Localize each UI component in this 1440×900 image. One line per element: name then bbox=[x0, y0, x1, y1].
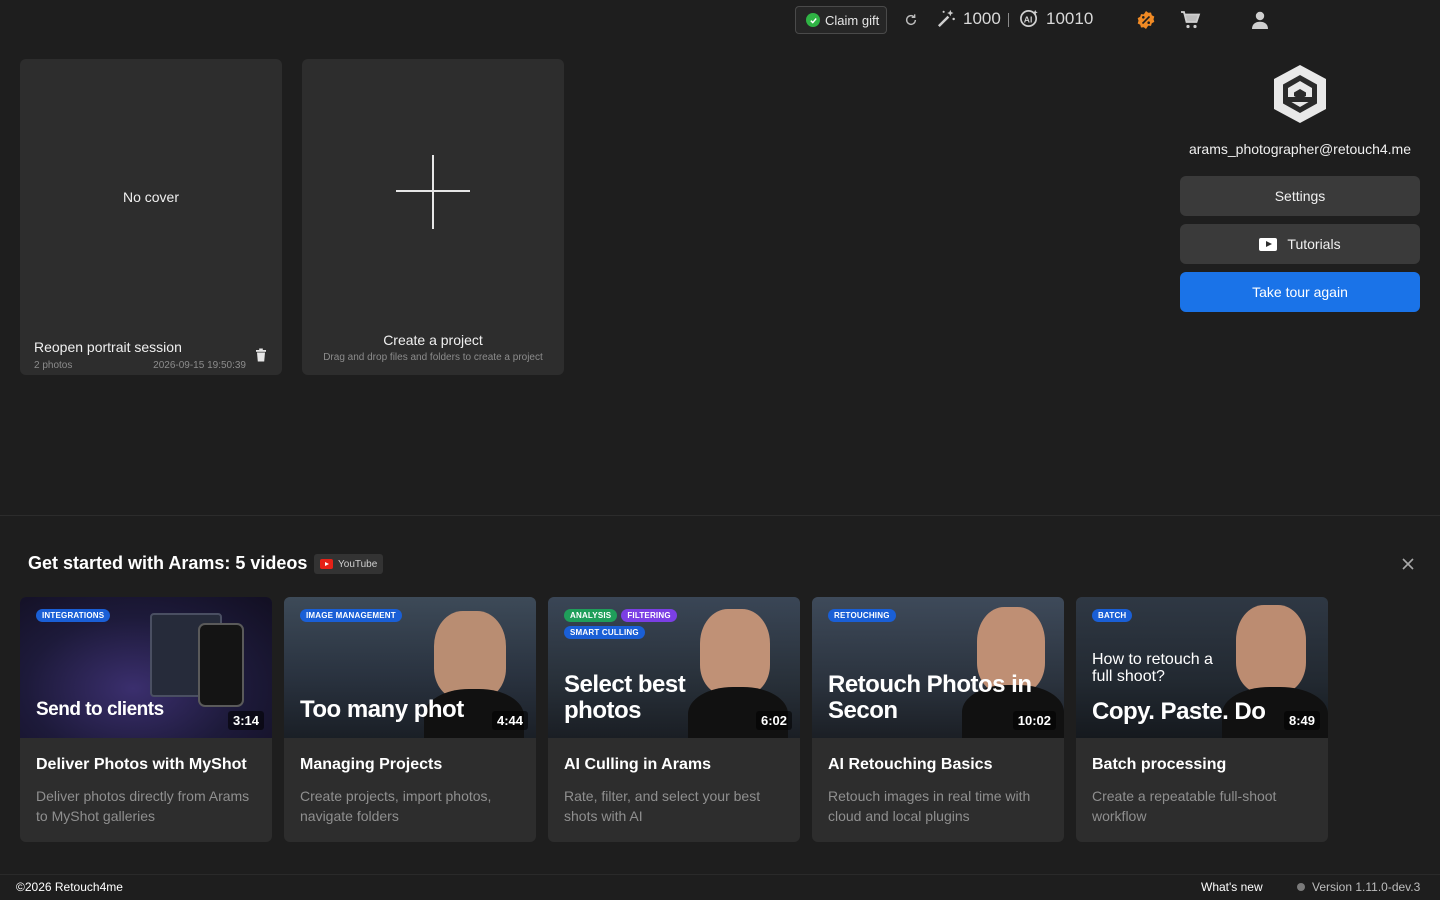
video-tag: ANALYSIS bbox=[564, 609, 618, 622]
video-title: AI Culling in Arams bbox=[564, 756, 711, 773]
plus-icon-vertical bbox=[432, 155, 434, 229]
video-thumbnail[interactable]: RETOUCHING Retouch Photos in Secon 10:02 bbox=[812, 597, 1064, 738]
presenter-image bbox=[434, 611, 506, 699]
ai-credits-value: 10010 bbox=[1046, 8, 1094, 28]
cart-icon[interactable] bbox=[1180, 10, 1202, 30]
project-card[interactable]: No cover Reopen portrait session 2 photo… bbox=[20, 59, 282, 375]
project-photo-count: 2 photos bbox=[34, 360, 73, 371]
settings-label: Settings bbox=[1274, 188, 1326, 204]
top-bar: Claim gift 1000 AI 10010 bbox=[0, 0, 1440, 40]
youtube-badge[interactable]: YouTube bbox=[314, 554, 384, 574]
video-card[interactable]: IMAGE MANAGEMENT Too many phot 4:44 Mana… bbox=[284, 597, 536, 842]
user-email: arams_photographer@retouch4.me bbox=[1188, 141, 1411, 157]
video-tags: IMAGE MANAGEMENT bbox=[300, 609, 450, 622]
arams-logo bbox=[1270, 63, 1330, 125]
video-duration: 3:14 bbox=[227, 711, 264, 730]
user-icon[interactable] bbox=[1250, 10, 1270, 30]
video-thumbnail[interactable]: INTEGRATIONS Send to clients 3:14 bbox=[20, 597, 272, 738]
video-duration: 6:02 bbox=[755, 711, 792, 730]
ai-icon: AI bbox=[1019, 8, 1040, 29]
project-date: 2026-09-15 19:50:39 bbox=[153, 360, 246, 371]
video-tag: SMART CULLING bbox=[564, 626, 645, 639]
video-duration: 4:44 bbox=[491, 711, 528, 730]
project-meta: 2 photos 2026-09-15 19:50:39 bbox=[34, 360, 246, 371]
close-icon[interactable] bbox=[1400, 556, 1416, 572]
youtube-icon bbox=[1259, 237, 1278, 251]
whats-new-link[interactable]: What's new bbox=[1201, 880, 1263, 894]
video-tags: ANALYSIS FILTERING SMART CULLING bbox=[564, 609, 714, 639]
thumbnail-subtext: How to retouch a full shoot? bbox=[1092, 651, 1213, 685]
video-card[interactable]: BATCH How to retouch a full shoot? Copy.… bbox=[1076, 597, 1328, 842]
version-label: Version 1.11.0-dev.3 bbox=[1312, 880, 1421, 894]
check-icon bbox=[806, 13, 820, 27]
video-description: Rate, filter, and select your best shots… bbox=[564, 788, 761, 824]
settings-button[interactable]: Settings bbox=[1180, 176, 1420, 216]
youtube-icon bbox=[320, 559, 333, 569]
magic-wand-icon bbox=[936, 8, 957, 29]
thumbnail-text: Send to clients bbox=[36, 699, 164, 720]
tutorials-button[interactable]: Tutorials bbox=[1180, 224, 1420, 264]
trash-icon[interactable] bbox=[255, 348, 267, 362]
video-description: Retouch images in real time with cloud a… bbox=[828, 788, 1031, 824]
claim-gift-button[interactable]: Claim gift bbox=[795, 6, 887, 34]
video-duration: 8:49 bbox=[1283, 711, 1320, 730]
video-tag: INTEGRATIONS bbox=[36, 609, 111, 622]
youtube-badge-label: YouTube bbox=[338, 558, 378, 570]
section-divider bbox=[0, 515, 1440, 516]
video-tags: INTEGRATIONS bbox=[36, 609, 186, 622]
video-tag: RETOUCHING bbox=[828, 609, 896, 622]
video-title: Deliver Photos with MyShot bbox=[36, 756, 247, 773]
video-card[interactable]: RETOUCHING Retouch Photos in Secon 10:02… bbox=[812, 597, 1064, 842]
video-tags: BATCH bbox=[1092, 609, 1242, 622]
video-card[interactable]: ANALYSIS FILTERING SMART CULLING Select … bbox=[548, 597, 800, 842]
video-thumbnail[interactable]: IMAGE MANAGEMENT Too many phot 4:44 bbox=[284, 597, 536, 738]
no-cover-label: No cover bbox=[122, 189, 180, 205]
refresh-icon[interactable] bbox=[901, 10, 921, 30]
take-tour-label: Take tour again bbox=[1252, 284, 1348, 300]
video-title: Managing Projects bbox=[300, 756, 443, 773]
video-duration: 10:02 bbox=[1012, 711, 1056, 730]
discount-icon[interactable] bbox=[1136, 10, 1156, 30]
project-title: Reopen portrait session bbox=[34, 339, 182, 355]
video-thumbnail[interactable]: ANALYSIS FILTERING SMART CULLING Select … bbox=[548, 597, 800, 738]
create-project-title: Create a project bbox=[383, 332, 483, 348]
claim-gift-label: Claim gift bbox=[825, 12, 880, 28]
status-dot-icon bbox=[1297, 883, 1305, 891]
video-thumbnail[interactable]: BATCH How to retouch a full shoot? Copy.… bbox=[1076, 597, 1328, 738]
video-description: Deliver photos directly from Arams to My… bbox=[36, 788, 250, 824]
phone-mockup bbox=[198, 623, 244, 707]
video-card[interactable]: INTEGRATIONS Send to clients 3:14 Delive… bbox=[20, 597, 272, 842]
manual-credits[interactable]: 1000 bbox=[936, 8, 1001, 29]
thumbnail-text: Select best photos bbox=[564, 671, 686, 724]
video-tag: FILTERING bbox=[621, 609, 677, 622]
videos-section-title: Get started with Arams: 5 videos bbox=[28, 553, 308, 573]
copyright: ©2026 Retouch4me bbox=[16, 880, 123, 894]
video-title: Batch processing bbox=[1092, 756, 1227, 773]
take-tour-button[interactable]: Take tour again bbox=[1180, 272, 1420, 312]
video-description: Create a repeatable full-shoot workflow bbox=[1092, 788, 1277, 824]
manual-credits-value: 1000 bbox=[963, 8, 1001, 28]
create-project-hint: Drag and drop files and folders to creat… bbox=[323, 352, 543, 363]
footer-divider bbox=[0, 874, 1440, 875]
create-project-card[interactable]: Create a project Drag and drop files and… bbox=[302, 59, 564, 375]
video-title: AI Retouching Basics bbox=[828, 756, 993, 773]
presenter-image bbox=[1236, 605, 1306, 693]
video-tag: BATCH bbox=[1092, 609, 1133, 622]
video-tags: RETOUCHING bbox=[828, 609, 978, 622]
video-description: Create projects, import photos, navigate… bbox=[300, 788, 492, 824]
video-tag: IMAGE MANAGEMENT bbox=[300, 609, 402, 622]
version-info: Version 1.11.0-dev.3 bbox=[1297, 880, 1420, 894]
tutorials-label: Tutorials bbox=[1287, 236, 1341, 252]
thumbnail-text: Too many phot bbox=[300, 696, 464, 723]
credits-divider bbox=[1008, 13, 1009, 27]
svg-text:AI: AI bbox=[1024, 14, 1033, 24]
ai-credits[interactable]: AI 10010 bbox=[1019, 8, 1093, 29]
thumbnail-text: Copy. Paste. Do bbox=[1092, 698, 1266, 725]
